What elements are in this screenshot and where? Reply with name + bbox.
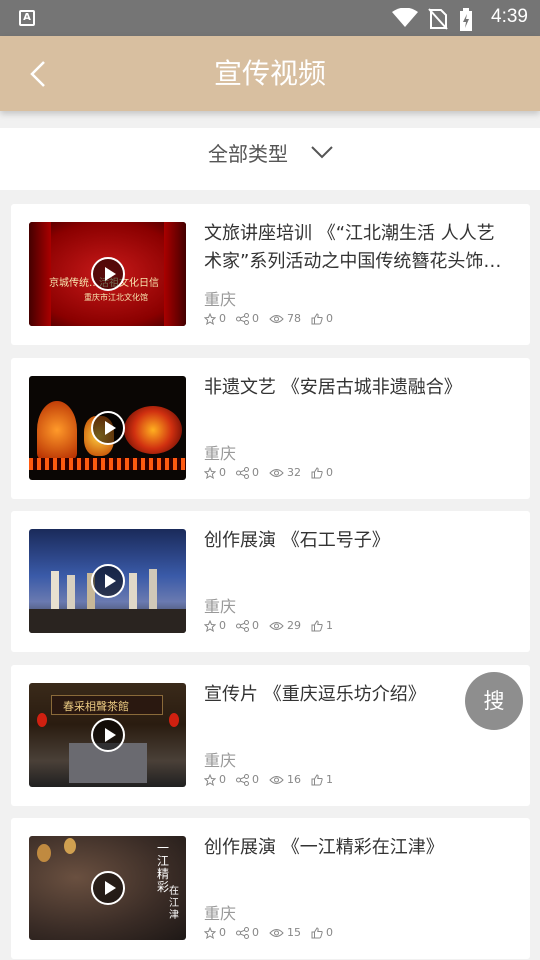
thumbs-up-icon[interactable] — [311, 773, 323, 786]
thumbnail-subcaption: 重庆市江北文化馆 — [84, 293, 148, 302]
video-city: 重庆 — [204, 444, 237, 463]
share-icon[interactable] — [236, 466, 249, 479]
thumbnail-side-text: 在江津 — [169, 886, 179, 921]
video-title[interactable]: 文旅讲座培训 《“江北潮生活 人人艺术家”系列活动之中国传统簪花头饰… — [204, 220, 510, 276]
share-count: 0 — [252, 773, 259, 786]
video-title[interactable]: 非遗文艺 《安居古城非遗融合》 — [204, 374, 510, 402]
view-count: 29 — [287, 619, 301, 632]
eye-icon — [269, 775, 284, 784]
favorite-count: 0 — [219, 926, 226, 939]
search-button[interactable]: 搜 — [465, 672, 523, 730]
share-icon[interactable] — [236, 773, 249, 786]
star-icon[interactable] — [204, 466, 216, 479]
star-icon[interactable] — [204, 773, 216, 786]
top-nav-bar: 宣传视频 — [0, 36, 540, 111]
thumbs-up-icon[interactable] — [311, 926, 323, 939]
thumbs-up-icon[interactable] — [311, 312, 323, 325]
share-count: 0 — [252, 619, 259, 632]
video-city: 重庆 — [204, 751, 237, 770]
thumbnail-signboard: 春采相聲茶館 — [63, 700, 129, 713]
app-notification-icon: A — [19, 10, 35, 26]
star-icon[interactable] — [204, 312, 216, 325]
video-stats: 0 0 32 0 — [204, 466, 343, 479]
eye-icon — [269, 928, 284, 937]
view-count: 78 — [287, 312, 301, 325]
play-icon[interactable] — [91, 718, 125, 752]
type-filter-dropdown[interactable]: 全部类型 — [0, 128, 540, 190]
video-city: 重庆 — [204, 290, 237, 309]
share-icon[interactable] — [236, 312, 249, 325]
battery-charging-icon — [460, 8, 472, 31]
video-card[interactable]: 非遗文艺 《安居古城非遗融合》 重庆 0 0 32 0 — [11, 358, 530, 499]
filter-label: 全部类型 — [208, 142, 288, 166]
thumbs-up-icon[interactable] — [311, 619, 323, 632]
play-icon[interactable] — [91, 411, 125, 445]
share-count: 0 — [252, 312, 259, 325]
like-count: 0 — [326, 312, 333, 325]
favorite-count: 0 — [219, 466, 226, 479]
like-count: 0 — [326, 926, 333, 939]
star-icon[interactable] — [204, 926, 216, 939]
video-title[interactable]: 宣传片 《重庆逗乐坊介绍》 — [204, 681, 510, 709]
video-title[interactable]: 创作展演 《石工号子》 — [204, 527, 510, 555]
video-card[interactable]: 京城传统…活祖文化日信 重庆市江北文化馆 文旅讲座培训 《“江北潮生活 人人艺术… — [11, 204, 530, 345]
view-count: 32 — [287, 466, 301, 479]
eye-icon — [269, 468, 284, 477]
video-thumbnail[interactable]: 京城传统…活祖文化日信 重庆市江北文化馆 — [29, 222, 186, 326]
wifi-icon — [392, 8, 418, 27]
eye-icon — [269, 314, 284, 323]
chevron-down-icon[interactable] — [310, 144, 334, 160]
share-icon[interactable] — [236, 926, 249, 939]
video-thumbnail[interactable] — [29, 376, 186, 480]
play-icon[interactable] — [91, 564, 125, 598]
favorite-count: 0 — [219, 619, 226, 632]
video-title[interactable]: 创作展演 《一江精彩在江津》 — [204, 834, 510, 862]
view-count: 15 — [287, 926, 301, 939]
share-icon[interactable] — [236, 619, 249, 632]
video-thumbnail[interactable]: 春采相聲茶館 — [29, 683, 186, 787]
favorite-count: 0 — [219, 312, 226, 325]
status-time: 4:39 — [491, 6, 528, 27]
like-count: 1 — [326, 773, 333, 786]
video-thumbnail[interactable] — [29, 529, 186, 633]
status-bar: A 4:39 — [0, 0, 540, 36]
video-city: 重庆 — [204, 597, 237, 616]
video-card[interactable]: 春采相聲茶館 宣传片 《重庆逗乐坊介绍》 重庆 0 0 16 1 — [11, 665, 530, 806]
star-icon[interactable] — [204, 619, 216, 632]
view-count: 16 — [287, 773, 301, 786]
share-count: 0 — [252, 926, 259, 939]
video-city: 重庆 — [204, 904, 237, 923]
video-stats: 0 0 15 0 — [204, 926, 343, 939]
play-icon[interactable] — [91, 257, 125, 291]
no-sim-icon — [428, 8, 448, 30]
like-count: 0 — [326, 466, 333, 479]
play-icon[interactable] — [91, 871, 125, 905]
video-stats: 0 0 16 1 — [204, 773, 343, 786]
page-title: 宣传视频 — [213, 57, 326, 90]
eye-icon — [269, 621, 284, 630]
video-stats: 0 0 29 1 — [204, 619, 343, 632]
thumbs-up-icon[interactable] — [311, 466, 323, 479]
video-thumbnail[interactable]: 一江精彩 在江津 — [29, 836, 186, 940]
video-card[interactable]: 一江精彩 在江津 创作展演 《一江精彩在江津》 重庆 0 0 15 0 — [11, 818, 530, 959]
video-stats: 0 0 78 0 — [204, 312, 343, 325]
share-count: 0 — [252, 466, 259, 479]
favorite-count: 0 — [219, 773, 226, 786]
like-count: 1 — [326, 619, 333, 632]
video-card[interactable]: 创作展演 《石工号子》 重庆 0 0 29 1 — [11, 511, 530, 652]
